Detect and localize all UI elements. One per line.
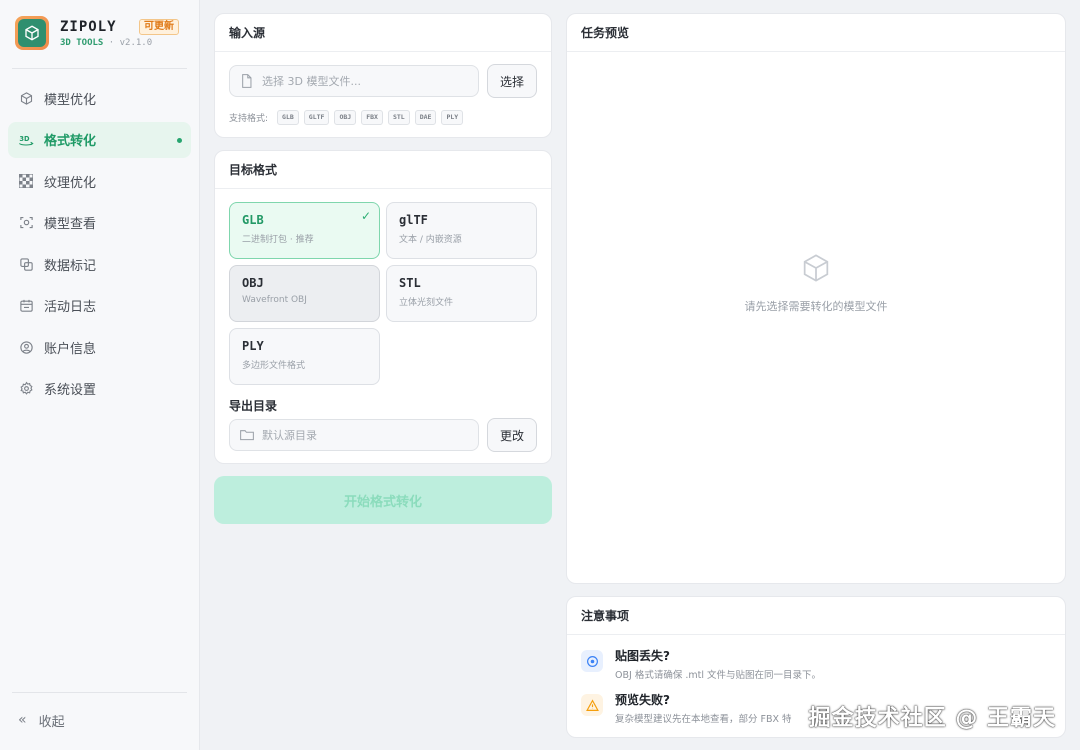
sidebar-item-format-convert[interactable]: 3D 格式转化 [8,121,191,158]
sidebar-item-data-label[interactable]: 数据标记 [8,246,191,282]
sidebar: ZIPOLY 可更新 3D TOOLS · v2.1.0 模型优化 3D 格式转… [0,0,200,750]
card-title: 注意事项 [567,597,1065,635]
format-chip: FBX [361,110,383,125]
sidebar-item-model-view[interactable]: 模型查看 [8,205,191,241]
format-option-desc: 二进制打包 · 推荐 [242,235,314,245]
format-option-name: PLY [242,339,264,353]
format-chip: GLB [277,110,299,125]
format-option-desc: 文本 / 内嵌资源 [399,235,462,245]
file-icon [240,74,254,88]
info-circle-icon [581,650,603,672]
sidebar-item-account[interactable]: 账户信息 [8,329,191,365]
folder-icon [240,428,254,442]
update-badge[interactable]: 可更新 [139,19,179,35]
divider [12,68,187,69]
change-dir-button[interactable]: 更改 [487,418,537,452]
note-desc: 复杂模型建议先在本地查看，部分 FBX 特 [615,714,792,725]
format-option-desc: 多边形文件格式 [242,361,306,371]
cube-icon [18,90,34,106]
double-chevron-left-icon: « [18,712,27,728]
export-dir-input[interactable]: 默认源目录 [229,419,479,451]
divider [12,692,187,693]
sidebar-item-label: 账户信息 [44,341,97,357]
sidebar-item-model-optimize[interactable]: 模型优化 [8,80,191,116]
format-chip: DAE [414,110,437,125]
sidebar-item-texture-optimize[interactable]: 纹理优化 [8,163,191,199]
brand-subtitle: 3D TOOLS · v2.1.0 [60,38,152,48]
task-preview-card: 任务预览 请先选择需要转化的模型文件 [566,13,1066,584]
empty-state: 请先选择需要转化的模型文件 [567,252,1065,314]
format-option-gltf[interactable]: glTF 文本 / 内嵌资源 [386,202,537,259]
format-chip: STL [387,110,410,125]
format-option-name: OBJ [242,276,264,290]
svg-text:3D: 3D [19,135,30,143]
format-option-glb[interactable]: GLB 二进制打包 · 推荐 ✓ [229,202,380,259]
card-title: 目标格式 [215,151,551,189]
target-format-card: 目标格式 GLB 二进制打包 · 推荐 ✓ glTF 文本 / 内嵌资源 OBJ… [214,150,552,464]
format-option-name: GLB [242,213,264,227]
sidebar-item-label: 格式转化 [44,134,97,149]
file-path-placeholder: 选择 3D 模型文件... [262,75,361,88]
brand-name: ZIPOLY [60,19,117,35]
export-dir-label: 导出目录 [229,399,278,413]
note-item: 预览失败? 复杂模型建议先在本地查看，部分 FBX 特 [581,691,792,725]
brand: ZIPOLY 可更新 3D TOOLS · v2.1.0 [15,16,190,56]
format-chip: OBJ [334,110,357,125]
input-source-card: 输入源 选择 3D 模型文件... 选择 支持格式: GLB GLTF OBJ … [214,13,552,138]
card-title: 输入源 [215,14,551,52]
app-logo [15,16,49,50]
3d-convert-icon: 3D [18,132,34,148]
format-chip: GLTF [303,110,330,125]
check-icon: ✓ [360,209,371,223]
format-option-ply[interactable]: PLY 多边形文件格式 [229,328,380,385]
format-option-name: glTF [399,213,428,227]
format-option-name: STL [399,276,421,290]
note-title: 贴图丢失? [615,649,670,663]
tag-copy-icon [18,256,34,272]
collapse-label: 收起 [38,714,65,730]
sidebar-item-label: 纹理优化 [44,175,97,191]
checker-icon [18,173,34,189]
brand-sub-label: 3D TOOLS [60,38,104,48]
view-scan-icon [18,215,34,231]
sidebar-item-settings[interactable]: 系统设置 [8,371,191,407]
gear-icon [18,381,34,397]
sidebar-item-label: 模型查看 [44,217,97,232]
start-convert-button[interactable]: 开始格式转化 [214,476,552,524]
card-title: 任务预览 [567,14,1065,52]
format-option-desc: Wavefront OBJ [242,295,307,305]
format-chip: PLY [441,110,464,125]
active-indicator-dot [177,137,182,143]
version-label: · v2.1.0 [108,38,153,48]
select-file-button[interactable]: 选择 [487,64,537,98]
empty-state-text: 请先选择需要转化的模型文件 [744,300,888,313]
supported-formats-label: 支持格式: [229,114,269,124]
note-title: 预览失败? [615,693,670,707]
sidebar-item-label: 模型优化 [44,92,97,108]
sidebar-item-label: 活动日志 [44,300,97,315]
supported-formats: 支持格式: GLB GLTF OBJ FBX STL DAE PLY [229,110,464,125]
format-option-stl[interactable]: STL 立体光刻文件 [386,265,537,322]
user-circle-icon [18,339,34,355]
note-item: 贴图丢失? OBJ 格式请确保 .mtl 文件与贴图在同一目录下。 [581,647,821,681]
file-path-input[interactable]: 选择 3D 模型文件... [229,65,479,97]
export-dir-placeholder: 默认源目录 [262,429,317,442]
sidebar-nav: 模型优化 3D 格式转化 纹理优化 模型查看 数据标记 活动日志 账户信息 系统… [8,80,191,412]
cube-icon [800,252,832,288]
warning-triangle-icon [581,694,603,716]
format-option-desc: 立体光刻文件 [399,298,454,308]
note-desc: OBJ 格式请确保 .mtl 文件与贴图在同一目录下。 [615,670,821,681]
watermark: 掘金技术社区 @ 王霸天 [808,706,1056,731]
sidebar-item-label: 数据标记 [44,258,97,274]
sidebar-item-label: 系统设置 [44,383,97,398]
format-option-obj[interactable]: OBJ Wavefront OBJ [229,265,380,322]
calendar-log-icon [18,298,34,314]
collapse-button[interactable]: « 收起 [18,710,65,730]
sidebar-item-activity-log[interactable]: 活动日志 [8,288,191,324]
